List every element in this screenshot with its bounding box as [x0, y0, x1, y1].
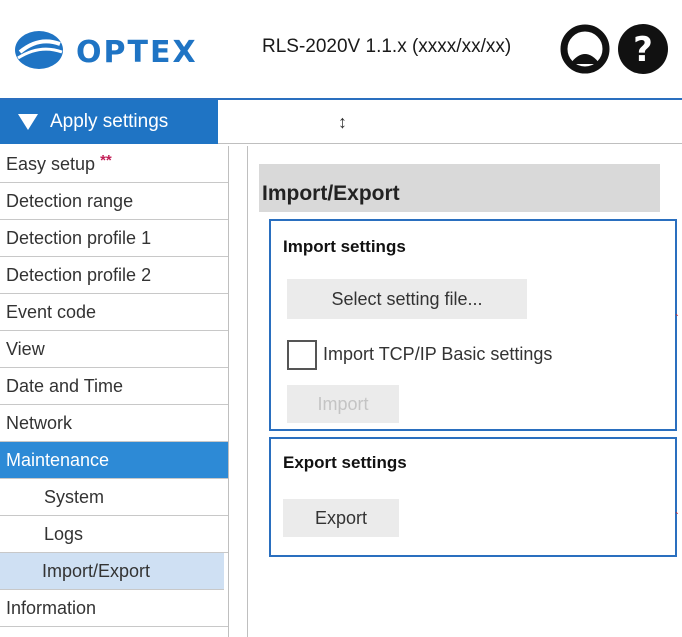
- sidebar-item-label: Detection profile 1: [6, 227, 152, 248]
- sidebar-item-label: Detection profile 2: [6, 264, 152, 285]
- sidebar-item-label: Import/Export: [42, 560, 151, 581]
- help-icon[interactable]: ?: [616, 22, 670, 76]
- sidebar-item-import-export[interactable]: Import/Export: [0, 553, 224, 590]
- user-circle-icon[interactable]: [560, 24, 610, 74]
- sidebar-item-label: Maintenance: [6, 449, 110, 470]
- sidebar-item-label: View: [6, 338, 45, 359]
- sidebar-item-label: Date and Time: [6, 375, 124, 396]
- red-marker: `: [675, 312, 679, 326]
- header: OPTEX RLS-2020V 1.1.x (xxxx/xx/xx) ?: [0, 0, 682, 100]
- sidebar-item-date-and-time[interactable]: Date and Time: [0, 368, 228, 405]
- page-title: Import/Export: [259, 164, 660, 212]
- export-settings-heading: Export settings: [283, 453, 407, 472]
- sidebar-item-label: Logs: [44, 523, 84, 544]
- import-settings-panel: Import settings Select setting file... I…: [269, 219, 677, 431]
- badge-stars: **: [100, 151, 112, 169]
- triangle-down-icon: [18, 114, 38, 130]
- sidebar-item-detection-profile-2[interactable]: Detection profile 2: [0, 257, 228, 294]
- export-button[interactable]: Export: [283, 499, 399, 537]
- sidebar-item-maintenance[interactable]: Maintenance: [0, 442, 228, 479]
- sidebar-item-information[interactable]: Information: [0, 590, 228, 627]
- sidebar-item-system[interactable]: System: [0, 479, 228, 516]
- divider: [247, 146, 248, 637]
- apply-bar-spacer: [218, 100, 682, 144]
- svg-text:?: ?: [633, 30, 653, 70]
- sidebar-item-logs[interactable]: Logs: [0, 516, 228, 553]
- export-settings-panel: Export settings Export: [269, 437, 677, 557]
- apply-settings-button[interactable]: Apply settings: [0, 100, 218, 144]
- sidebar-item-easy-setup[interactable]: Easy setup **: [0, 146, 228, 183]
- import-settings-heading: Import settings: [283, 237, 406, 256]
- sidebar: Easy setup ** Detection range Detection …: [0, 146, 229, 637]
- brand-text: OPTEX: [76, 35, 198, 70]
- product-version: RLS-2020V 1.1.x (xxxx/xx/xx): [262, 36, 512, 57]
- sidebar-item-network[interactable]: Network: [0, 405, 228, 442]
- sidebar-item-detection-profile-1[interactable]: Detection profile 1: [0, 220, 228, 257]
- sidebar-item-event-code[interactable]: Event code: [0, 294, 228, 331]
- resize-icon[interactable]: ↕: [338, 112, 347, 133]
- import-tcpip-checkbox[interactable]: [287, 340, 317, 370]
- sidebar-item-label: Easy setup: [6, 153, 96, 174]
- red-marker: `: [675, 510, 679, 524]
- optex-logo: OPTEX: [15, 31, 198, 70]
- sidebar-item-label: Event code: [6, 301, 97, 322]
- sidebar-item-label: System: [44, 486, 105, 507]
- sidebar-item-label: Network: [6, 412, 73, 433]
- sidebar-item-detection-range[interactable]: Detection range: [0, 183, 228, 220]
- sidebar-item-label: Detection range: [6, 190, 134, 211]
- sidebar-item-view[interactable]: View: [0, 331, 228, 368]
- apply-settings-label: Apply settings: [50, 111, 169, 132]
- select-file-button[interactable]: Select setting file...: [287, 279, 527, 319]
- import-tcpip-label: Import TCP/IP Basic settings: [323, 344, 553, 364]
- import-button[interactable]: Import: [287, 385, 399, 423]
- sidebar-item-label: Information: [6, 597, 97, 618]
